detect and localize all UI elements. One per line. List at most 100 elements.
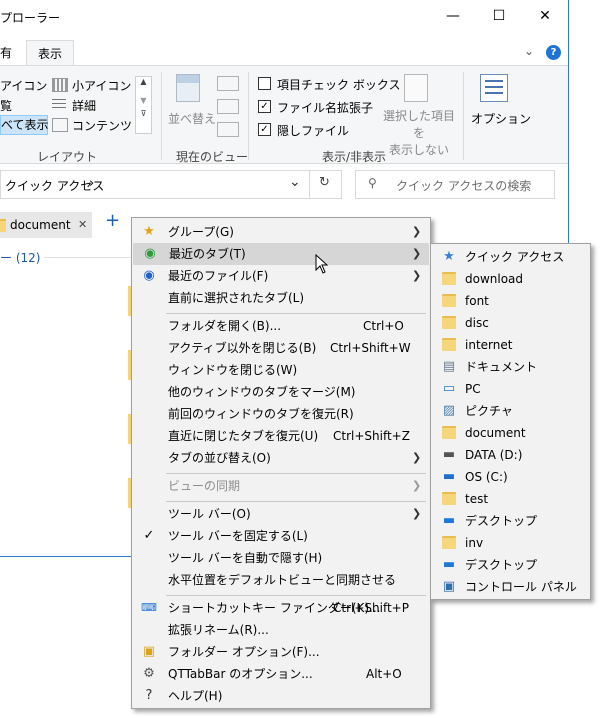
group-by-icon[interactable] (217, 76, 239, 91)
options-icon (480, 74, 508, 102)
check-icon: ✓ (143, 528, 155, 543)
recent-tab-item[interactable]: document (431, 422, 590, 444)
address-chevron-icon[interactable]: › (89, 176, 94, 191)
menu-item-qttabbar-options[interactable]: ⚙ QTTabBar のオプション... Alt+O (132, 663, 430, 685)
menu-item-group[interactable]: ★ グループ(G) ❯ (132, 221, 430, 243)
menu-separator (166, 595, 426, 596)
menu-item-toolbar[interactable]: ツール バー(O) ❯ (132, 503, 430, 525)
menu-item-restore-last-window[interactable]: 前回のウィンドウのタブを復元(R) (132, 403, 430, 425)
recent-tab-item[interactable]: inv (431, 532, 590, 554)
submenu-arrow-icon: ❯ (412, 269, 422, 282)
folder-icon (441, 426, 457, 440)
layout-list[interactable]: 覧 (0, 97, 12, 114)
layout-scroller[interactable]: ▲ ▼ ⊽ (135, 76, 152, 134)
layout-group-label: レイアウト (37, 150, 98, 164)
recent-files-icon: ◉ (143, 268, 155, 283)
ribbon-tab-view[interactable]: 表示 (26, 40, 74, 67)
menu-item-close-window[interactable]: ウィンドウを閉じる(W) (132, 359, 430, 381)
menu-item-close-others[interactable]: アクティブ以外を閉じる(B) Ctrl+Shift+W (132, 337, 430, 359)
hide-selected-button[interactable]: 選択した項目を 表示しない (381, 108, 457, 159)
file-ext-label: ファイル名拡張子 (277, 101, 374, 115)
size-columns-icon[interactable] (217, 122, 239, 137)
recent-tab-item[interactable]: ★ クイック アクセス (431, 246, 590, 268)
layout-details[interactable]: 詳細 (72, 97, 96, 114)
menu-item-merge-windows[interactable]: 他のウィンドウのタブをマージ(M) (132, 381, 430, 403)
submenu-arrow-icon: ❯ (412, 451, 422, 464)
menu-item-sync-horizontal[interactable]: 水平位置をデフォルトビューと同期させる (132, 569, 430, 591)
recent-tab-item[interactable]: ▭ PC (431, 378, 590, 400)
menu-separator (166, 501, 426, 502)
recent-tab-item[interactable]: ▬ OS (C:) (431, 466, 590, 488)
control-panel-icon: ▣ (442, 579, 456, 594)
details-icon (52, 99, 66, 110)
layout-all-selected[interactable]: べて表示 (0, 115, 49, 135)
group-header[interactable]: ー (12) (0, 249, 40, 266)
add-tab-button[interactable]: + (105, 210, 120, 231)
qttabbar-context-menu: ★ グループ(G) ❯ ◉ 最近のタブ(T) ❯ ◉ 最近のファイル(F) ❯ … (131, 217, 431, 709)
recent-tab-item[interactable]: ▬ デスクトップ (431, 510, 590, 532)
menu-item-sort-tabs[interactable]: タブの並び替え(O) ❯ (132, 447, 430, 469)
address-divider (309, 171, 310, 198)
menu-item-extended-rename[interactable]: 拡張リネーム(R)... (132, 619, 430, 641)
menu-item-autohide-toolbar[interactable]: ツール バーを自動で隠す(H) (132, 547, 430, 569)
recent-tab-item[interactable]: internet (431, 334, 590, 356)
search-box[interactable]: ⚲ クイック アクセスの検索 (355, 170, 555, 199)
menu-item-recent-files[interactable]: ◉ 最近のファイル(F) ❯ (132, 265, 430, 287)
recent-tabs-submenu: ★ クイック アクセス download font disc internet … (430, 243, 591, 600)
address-bar[interactable]: クイック アクセス › ⌄ ↻ (0, 170, 342, 199)
qt-tab-document[interactable]: document ✕ (0, 212, 92, 238)
options-button[interactable]: オプション (471, 110, 531, 127)
ribbon-separator (161, 72, 162, 160)
recent-tab-item[interactable]: ▤ ドキュメント (431, 356, 590, 378)
refresh-icon[interactable]: ↻ (319, 175, 330, 190)
title-bar[interactable]: プローラー — ☐ ✕ (0, 0, 568, 32)
ribbon-expand-icon[interactable]: ⌄ (524, 44, 534, 58)
menu-item-open-folder[interactable]: フォルダを開く(B)... Ctrl+O (132, 315, 430, 337)
layout-content[interactable]: コンテンツ (72, 117, 132, 134)
recent-tab-item[interactable]: ▬ デスクトップ (431, 554, 590, 576)
address-dropdown-icon[interactable]: ⌄ (289, 174, 301, 190)
mouse-cursor-icon (315, 254, 329, 274)
layout-large-icons[interactable]: アイコン (0, 77, 47, 94)
menu-item-lock-toolbar[interactable]: ✓ ツール バーを固定する(L) (132, 525, 430, 547)
recent-tab-item[interactable]: download (431, 268, 590, 290)
recent-tab-item[interactable]: ▣ コントロール パネル (431, 576, 590, 598)
recent-tabs-icon: ◉ (144, 246, 156, 261)
folder-icon (441, 294, 457, 308)
drive-icon: ▬ (442, 447, 456, 462)
file-ext-checkbox[interactable]: ✓ (258, 100, 271, 113)
folder-options-icon: ▣ (142, 644, 156, 659)
close-icon[interactable]: ✕ (78, 218, 87, 231)
maximize-button[interactable]: ☐ (476, 0, 522, 32)
close-button[interactable]: ✕ (522, 0, 568, 32)
folder-icon (441, 536, 457, 550)
small-icons-icon (52, 78, 68, 92)
ribbon-view: アイコン 小アイコン 覧 詳細 べて表示 コンテンツ ▲ ▼ ⊽ レイアウト 並… (0, 65, 568, 164)
hide-selected-icon (404, 74, 428, 102)
ribbon-tab-home[interactable]: 有 (0, 44, 12, 61)
menu-item-shortcut-finder[interactable]: ⌨ ショートカットキー ファインダー(K)... Ctrl+Shift+P (132, 597, 430, 619)
hidden-files-checkbox[interactable]: ✓ (258, 123, 271, 136)
recent-tab-item[interactable]: ▬ DATA (D:) (431, 444, 590, 466)
folder-icon (441, 316, 457, 330)
window-title: プローラー (0, 11, 61, 25)
search-input[interactable]: クイック アクセスの検索 (396, 177, 531, 194)
recent-tab-item[interactable]: ▨ ピクチャ (431, 400, 590, 422)
recent-tab-item[interactable]: test (431, 488, 590, 510)
item-checkbox-toggle[interactable] (258, 77, 271, 90)
menu-item-last-selected-tab[interactable]: 直前に選択されたタブ(L) (132, 287, 430, 309)
sort-button[interactable]: 並べ替え (168, 110, 216, 127)
menu-item-help[interactable]: ? ヘルプ(H) (132, 685, 430, 707)
ribbon-separator (463, 72, 464, 160)
show-hide-group-label: 表示/非表示 (322, 150, 387, 164)
menu-separator (166, 313, 426, 314)
menu-item-folder-options[interactable]: ▣ フォルダー オプション(F)... (132, 641, 430, 663)
menu-item-restore-closed-tab[interactable]: 直近に閉じたタブを復元(U) Ctrl+Shift+Z (132, 425, 430, 447)
help-icon[interactable]: ? (546, 45, 561, 60)
minimize-button[interactable]: — (430, 0, 476, 32)
menu-item-recent-tabs[interactable]: ◉ 最近のタブ(T) ❯ (133, 243, 429, 265)
recent-tab-item[interactable]: disc (431, 312, 590, 334)
recent-tab-item[interactable]: font (431, 290, 590, 312)
add-columns-icon[interactable] (217, 99, 239, 114)
layout-small-icons[interactable]: 小アイコン (72, 77, 131, 94)
